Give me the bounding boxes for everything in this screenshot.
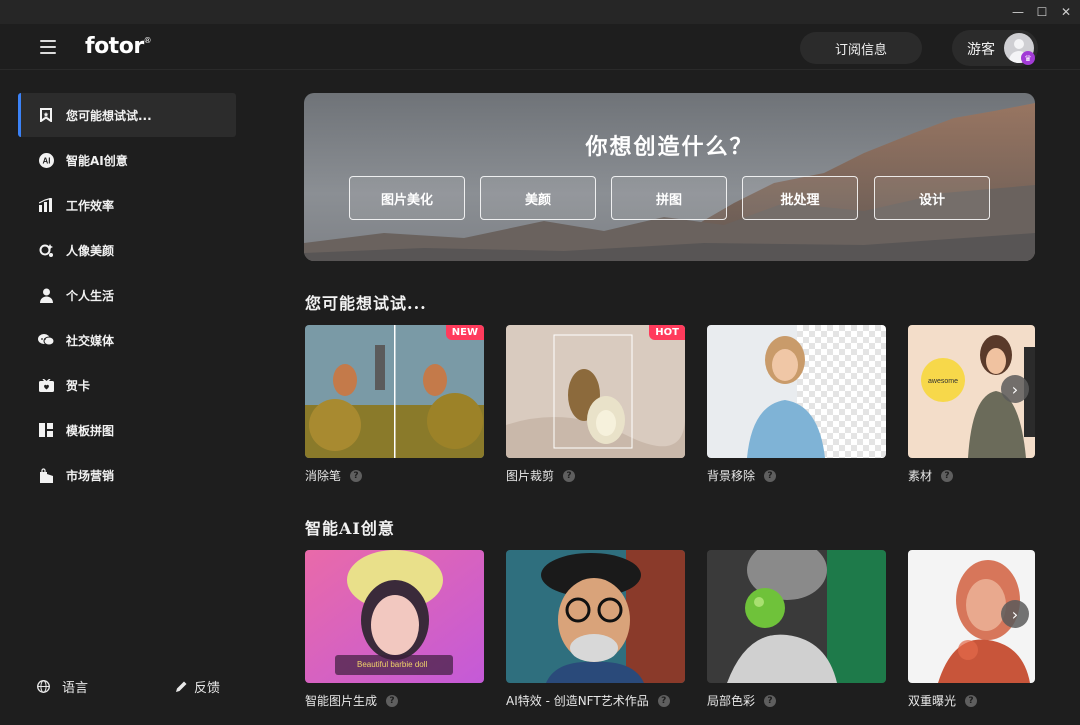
user-name: 游客 xyxy=(967,42,995,58)
section-title-suggestions: 您可能想试试... xyxy=(305,294,427,313)
card-ai-image-generator[interactable]: Beautiful barbie doll 智能图片生成? xyxy=(305,550,484,709)
app-header: fotor® 订阅信息 游客 xyxy=(0,24,1080,70)
card-elements[interactable]: awesome › 素材? xyxy=(908,325,1035,484)
sidebar-item-label: 模板拼图 xyxy=(66,423,115,438)
help-icon[interactable]: ? xyxy=(764,469,777,482)
collage-button[interactable]: 拼图 xyxy=(611,176,727,220)
new-badge: NEW xyxy=(445,325,484,340)
hot-badge: HOT xyxy=(649,325,685,340)
ai-icon: AI xyxy=(38,152,54,168)
sidebar-item-label: 智能AI创意 xyxy=(66,153,128,168)
sidebar-item-productivity[interactable]: 工作效率 xyxy=(18,183,236,227)
card-label: 双重曝光 xyxy=(908,694,957,708)
card-ai-nft-effects[interactable]: AI特效 - 创造NFT艺术作品? xyxy=(506,550,685,709)
help-icon[interactable]: ? xyxy=(657,694,670,707)
card-label: 素材 xyxy=(908,469,933,483)
sidebar-item-portrait-beauty[interactable]: 人像美颜 xyxy=(18,228,236,272)
card-thumbnail: Beautiful barbie doll xyxy=(305,550,484,683)
sidebar-item-label: 工作效率 xyxy=(66,198,115,213)
hero-title: 你想创造什么？ xyxy=(585,134,754,160)
card-thumbnail: NEW xyxy=(305,325,484,458)
svg-text:AI: AI xyxy=(42,156,50,165)
prompt-text: Beautiful barbie doll xyxy=(357,660,428,669)
retouch-icon xyxy=(38,242,54,258)
next-arrow-icon[interactable]: › xyxy=(1001,600,1029,628)
help-icon[interactable]: ? xyxy=(965,694,978,707)
hamburger-menu-icon[interactable] xyxy=(38,38,58,56)
bag-icon xyxy=(38,467,54,483)
card-background-remover[interactable]: 背景移除? xyxy=(707,325,886,484)
fotor-logo[interactable]: fotor® xyxy=(85,34,152,59)
help-icon[interactable]: ? xyxy=(764,694,777,707)
sidebar-item-ai-creative[interactable]: AI 智能AI创意 xyxy=(18,138,236,182)
card-label: 局部色彩 xyxy=(707,694,756,708)
sidebar-item-marketing[interactable]: 市场营销 xyxy=(18,453,236,497)
sidebar-item-label: 个人生活 xyxy=(66,288,115,303)
card-thumbnail xyxy=(506,550,685,683)
card-thumbnail: HOT xyxy=(506,325,685,458)
card-label: AI特效 - 创造NFT艺术作品 xyxy=(506,694,649,708)
sidebar-item-template-collage[interactable]: 模板拼图 xyxy=(18,408,236,452)
card-thumbnail: › xyxy=(908,550,1035,683)
title-bar: — ☐ ✕ xyxy=(0,0,1080,24)
sidebar-item-label: 贺卡 xyxy=(66,378,91,393)
collage-icon xyxy=(38,422,54,438)
next-arrow-icon[interactable]: › xyxy=(1001,375,1029,403)
beauty-button[interactable]: 美颜 xyxy=(480,176,596,220)
sidebar-item-label: 社交媒体 xyxy=(66,333,115,348)
subscription-info-button[interactable]: 订阅信息 xyxy=(800,32,922,64)
card-thumbnail xyxy=(707,550,886,683)
card-icon xyxy=(38,377,54,393)
sidebar-item-personal-life[interactable]: 个人生活 xyxy=(18,273,236,317)
help-icon[interactable]: ? xyxy=(386,694,399,707)
card-label: 背景移除 xyxy=(707,469,756,483)
sidebar-item-suggestions[interactable]: 您可能想试试... xyxy=(18,93,236,137)
card-label: 智能图片生成 xyxy=(305,694,378,708)
close-button[interactable]: ✕ xyxy=(1052,0,1080,24)
globe-icon xyxy=(36,680,50,694)
pencil-icon xyxy=(174,680,188,694)
sidebar-item-social-media[interactable]: 社交媒体 xyxy=(18,318,236,362)
help-icon[interactable]: ? xyxy=(941,469,954,482)
card-double-exposure[interactable]: › 双重曝光? xyxy=(908,550,1035,709)
sidebar-item-label: 人像美颜 xyxy=(66,243,115,258)
language-label: 语言 xyxy=(62,681,89,696)
design-button[interactable]: 设计 xyxy=(874,176,990,220)
card-thumbnail: awesome › xyxy=(908,325,1035,458)
card-thumbnail xyxy=(707,325,886,458)
card-label: 图片裁剪 xyxy=(506,469,555,483)
help-icon[interactable]: ? xyxy=(350,469,363,482)
card-magic-eraser[interactable]: NEW 消除笔? xyxy=(305,325,484,484)
sidebar: 您可能想试试... AI 智能AI创意 工作效率 人像美颜 个人生活 社交媒体 xyxy=(0,71,260,725)
sidebar-item-greeting-card[interactable]: 贺卡 xyxy=(18,363,236,407)
photo-enhance-button[interactable]: 图片美化 xyxy=(349,176,465,220)
svg-text:awesome: awesome xyxy=(928,378,958,385)
chart-icon xyxy=(38,197,54,213)
sidebar-item-label: 您可能想试试... xyxy=(66,108,152,123)
hero-banner: 你想创造什么？ 图片美化 美颜 拼图 批处理 设计 xyxy=(304,93,1035,261)
language-button[interactable]: 语言 xyxy=(36,677,88,696)
section-title-ai-creative: 智能AI创意 xyxy=(305,519,395,538)
card-label: 消除笔 xyxy=(305,469,342,483)
bookmark-icon xyxy=(38,107,54,123)
card-crop[interactable]: HOT 图片裁剪? xyxy=(506,325,685,484)
card-color-splash[interactable]: 局部色彩? xyxy=(707,550,886,709)
crown-icon: ♛ xyxy=(1021,51,1035,65)
chat-icon xyxy=(38,332,54,348)
help-icon[interactable]: ? xyxy=(563,469,576,482)
feedback-button[interactable]: 反馈 xyxy=(174,677,220,696)
batch-button[interactable]: 批处理 xyxy=(742,176,858,220)
sidebar-item-label: 市场营销 xyxy=(66,468,115,483)
feedback-label: 反馈 xyxy=(194,681,221,696)
person-icon xyxy=(38,287,54,303)
